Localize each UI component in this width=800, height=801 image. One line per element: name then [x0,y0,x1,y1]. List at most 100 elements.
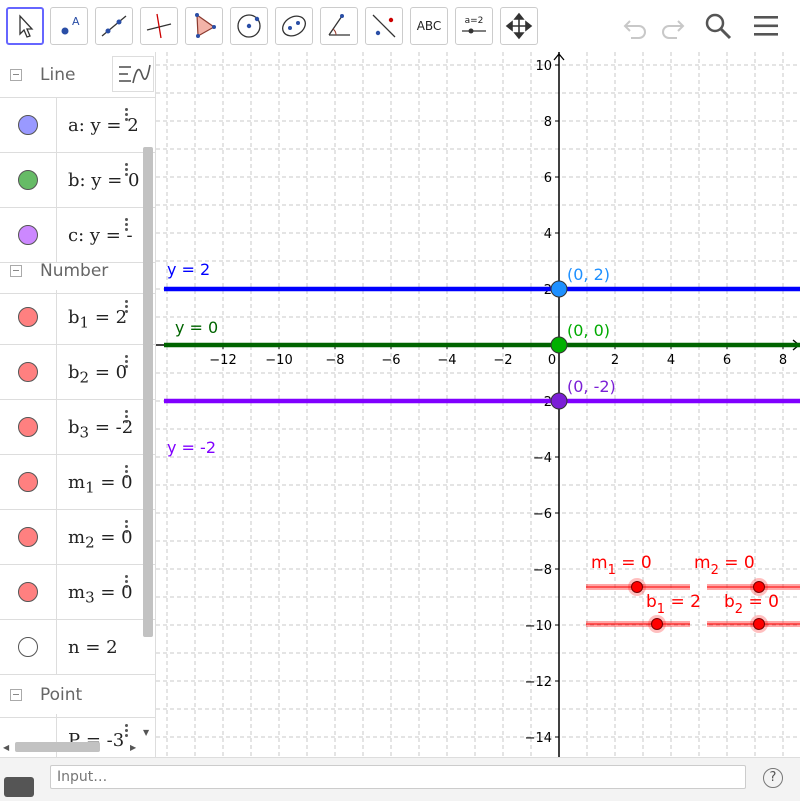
item-subscript: 3 [79,423,90,442]
collapse-icon[interactable] [10,265,22,277]
scroll-down-arrow-icon[interactable]: ▼ [143,728,149,737]
scroll-left-arrow-icon[interactable]: ◀ [3,743,9,752]
visibility-marble[interactable] [18,362,38,382]
graph-canvas[interactable]: −12−10−8−6−4−202468108642−2−4−6−8−10−12−… [156,52,800,757]
collapse-icon[interactable] [10,689,22,701]
reflect-tool-button[interactable] [365,7,403,45]
line-label: y = 0 [175,318,218,337]
algebra-item-m2[interactable]: m2 = 0 [0,510,155,565]
group-label: Line [40,65,76,85]
collapse-icon[interactable] [10,69,22,81]
more-options-icon[interactable] [121,408,131,428]
more-options-icon[interactable] [121,298,131,318]
point-label: (0, 2) [567,265,610,284]
point-marker[interactable] [550,336,568,354]
item-subscript: 2 [79,368,90,387]
algebra-style-bar-button[interactable] [112,56,154,92]
move-graphics-view-tool-button[interactable] [500,7,538,45]
item-name: b [68,417,80,438]
marble-column [0,345,57,399]
algebra-item-m1[interactable]: m1 = 0 [0,455,155,510]
more-options-icon[interactable] [121,161,131,181]
more-options-icon[interactable] [121,353,131,373]
more-options-icon[interactable] [121,216,131,236]
y-tick-label: −14 [525,731,552,746]
slider-knob[interactable] [631,581,643,593]
slider-knob[interactable] [753,581,765,593]
visibility-marble[interactable] [18,170,38,190]
more-options-icon[interactable] [121,463,131,483]
item-text: b1 = 2 [68,307,127,332]
slider-tool-label: a=2 [465,16,484,26]
algebra-item-b2[interactable]: b2 = 0 [0,345,155,400]
item-name: b [68,307,80,328]
group-point-header[interactable]: Point [0,672,155,718]
redo-icon [662,20,685,39]
line-tool-button[interactable] [95,7,133,45]
move-arrows-icon [505,12,533,40]
point-marker[interactable] [550,392,568,410]
algebra-item-line-b[interactable]: b: y = 0 [0,153,155,208]
circle-with-center-icon [237,14,261,38]
slider-icon: a=2 [462,16,486,34]
ellipse-tool-button[interactable] [275,7,313,45]
more-options-icon[interactable] [121,106,131,126]
redo-button[interactable] [654,8,690,44]
line-label: y = 2 [167,260,210,279]
algebra-item-m3[interactable]: m3 = 0 [0,565,155,620]
more-options-icon[interactable] [121,722,131,742]
algebra-item-n[interactable]: n = 2 [0,620,155,675]
main-menu-button[interactable] [748,8,784,44]
marble-column [0,565,57,619]
graphics-view[interactable]: −12−10−8−6−4−202468108642−2−4−6−8−10−12−… [156,52,800,757]
marble-column [0,620,57,674]
keyboard-icon[interactable] [4,777,34,797]
move-tool-button[interactable] [6,7,44,45]
visibility-marble[interactable] [18,115,38,135]
visibility-marble[interactable] [18,472,38,492]
x-tick-label: −12 [209,353,236,368]
visibility-marble[interactable] [18,582,38,602]
y-tick-label: −12 [525,675,552,690]
line-icon [101,15,127,37]
visibility-marble[interactable] [18,307,38,327]
slider-knob[interactable] [753,618,765,630]
text-tool-label: ABC [416,19,442,33]
group-label: Number [40,261,109,281]
more-options-icon[interactable] [121,518,131,538]
angle-tool-button[interactable] [320,7,358,45]
horizontal-scrollbar[interactable] [15,742,100,752]
algebra-item-b1[interactable]: b1 = 2 [0,290,155,345]
more-options-icon[interactable] [121,573,131,593]
scroll-right-arrow-icon[interactable]: ▶ [130,743,136,752]
algebra-item-b3[interactable]: b3 = -2 [0,400,155,455]
group-number-header[interactable]: Number [0,248,155,294]
algebra-view: Line a: y = 2 b: y = 0 c: y = - Number b… [0,52,156,757]
slider-knob[interactable] [651,618,663,630]
cursor-arrow-icon [19,14,34,38]
polygon-tool-button[interactable] [185,7,223,45]
visibility-marble[interactable] [18,417,38,437]
vertical-scrollbar[interactable] [143,147,153,637]
text-tool-button[interactable]: ABC [410,7,448,45]
point-marker[interactable] [550,280,568,298]
help-icon[interactable]: ? [763,768,783,788]
search-button[interactable] [700,8,736,44]
hamburger-menu-icon [754,16,778,36]
undo-button[interactable] [618,8,654,44]
point-icon: A [61,15,80,35]
visibility-marble[interactable] [18,225,38,245]
perpendicular-line-tool-button[interactable] [140,7,178,45]
point-tool-button[interactable]: A [50,7,88,45]
y-tick-label: −10 [525,619,552,634]
x-tick-label: 8 [779,353,787,368]
visibility-marble[interactable] [18,527,38,547]
x-tick-label: 0 [548,353,556,368]
visibility-marble[interactable] [18,637,38,657]
algebra-item-line-a[interactable]: a: y = 2 [0,98,155,153]
circle-tool-button[interactable] [230,7,268,45]
y-tick-label: 8 [544,115,552,130]
x-tick-label: 6 [723,353,731,368]
algebra-input-field[interactable] [50,765,746,789]
slider-tool-button[interactable]: a=2 [455,7,493,45]
